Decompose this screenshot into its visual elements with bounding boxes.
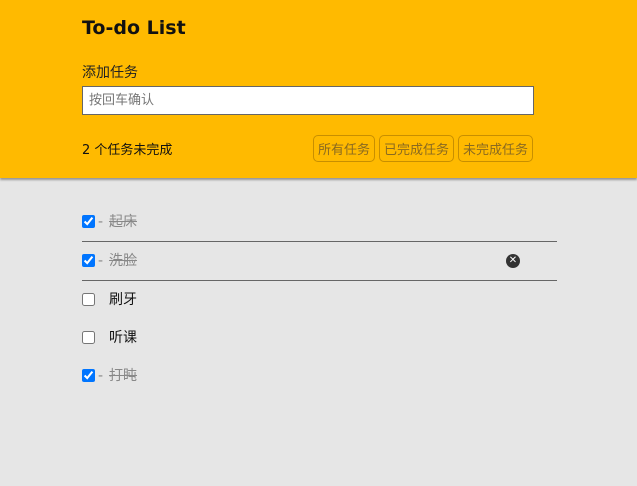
task-checkbox[interactable] — [82, 254, 95, 267]
task-checkbox[interactable] — [82, 293, 95, 306]
filter-completed-button[interactable]: 已完成任务 — [378, 135, 454, 162]
task-item: - 打盹 — [82, 357, 557, 395]
task-item: - 洗脸 ✕ — [82, 242, 557, 281]
task-label: 洗脸 — [109, 253, 137, 269]
task-checkbox[interactable] — [82, 369, 95, 382]
add-task-label: 添加任务 — [82, 65, 138, 81]
filter-group: 所有任务 已完成任务 未完成任务 — [312, 135, 533, 162]
app-header: To-do List 添加任务 2 个任务未完成 所有任务 已完成任务 未完成任… — [0, 0, 637, 178]
task-dash: - — [98, 253, 104, 269]
remaining-count: 2 个任务未完成 — [82, 143, 173, 158]
task-item: - 起床 — [82, 203, 557, 242]
task-label: 打盹 — [109, 368, 137, 384]
task-dash: - — [98, 214, 104, 230]
task-checkbox[interactable] — [82, 331, 95, 344]
task-item: - 听课 — [82, 319, 557, 357]
task-label: 听课 — [109, 330, 137, 346]
task-label: 起床 — [109, 214, 137, 230]
task-item: - 刷牙 — [82, 281, 557, 319]
task-checkbox[interactable] — [82, 215, 95, 228]
app-title: To-do List — [82, 17, 186, 39]
task-label: 刷牙 — [109, 292, 137, 308]
filter-active-button[interactable]: 未完成任务 — [457, 135, 533, 162]
close-circle-icon[interactable]: ✕ — [506, 254, 520, 268]
task-dash: - — [98, 368, 104, 384]
task-list: - 起床 - 洗脸 ✕ - 刷牙 - 听课 - 打盹 — [82, 203, 557, 395]
filter-all-button[interactable]: 所有任务 — [312, 135, 375, 162]
add-task-input[interactable] — [82, 86, 534, 115]
